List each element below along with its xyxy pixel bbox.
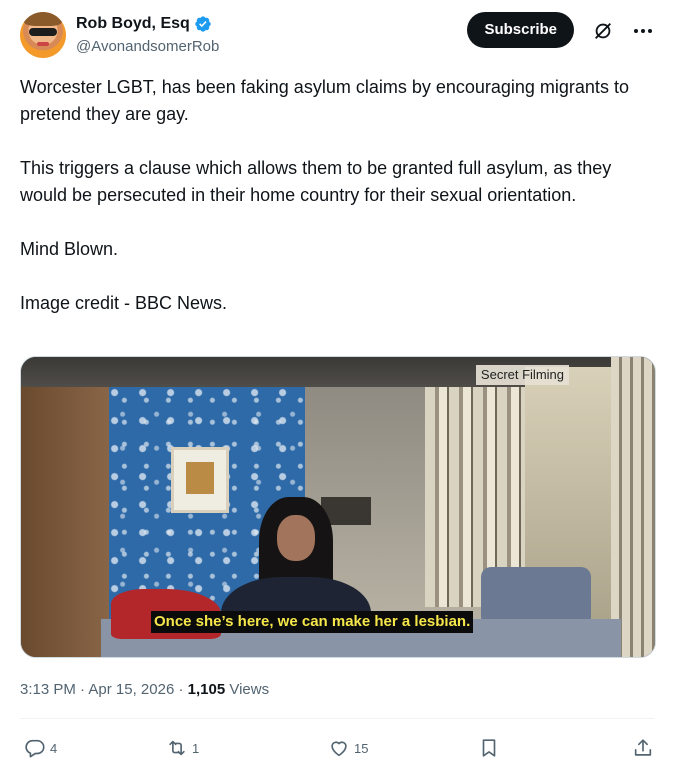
tweet-paragraph: This triggers a clause which allows them… [20, 158, 612, 205]
scene-pillow [481, 567, 591, 627]
repost-icon [169, 740, 185, 756]
author-handle[interactable]: @AvonandsomerRob [76, 37, 219, 57]
tweet-paragraph: Image credit - BBC News. [20, 293, 228, 313]
slashed-circle-icon[interactable] [592, 20, 614, 42]
more-horizontal-icon[interactable] [632, 20, 654, 42]
reply-button[interactable]: 4 [24, 735, 57, 761]
reply-icon [25, 739, 45, 758]
share-button[interactable] [632, 735, 654, 761]
views-count: 1,105 [187, 681, 226, 698]
scene-curtain-right [611, 357, 655, 657]
tweet-text: Worcester LGBT, has been faking asylum c… [20, 74, 660, 317]
like-button[interactable]: 15 [328, 735, 368, 761]
divider [20, 718, 654, 719]
heart-icon [331, 741, 347, 757]
tweet-time[interactable]: 3:13 PM [20, 681, 76, 698]
views-label: Views [229, 681, 270, 698]
tweet-header: Rob Boyd, Esq @AvonandsomerRob Subscribe [20, 12, 654, 60]
repost-button[interactable]: 1 [166, 735, 199, 761]
tweet-date[interactable]: Apr 15, 2026 [88, 681, 174, 698]
action-bar: 4 1 15 [20, 735, 654, 761]
bookmark-icon [482, 739, 496, 757]
subscribe-button[interactable]: Subscribe [467, 12, 574, 48]
author-block: Rob Boyd, Esq @AvonandsomerRob [76, 14, 219, 57]
share-icon [634, 739, 652, 756]
tweet-paragraph: Mind Blown. [20, 239, 119, 259]
tweet-media-image[interactable]: Secret Filming Once she’s here, we can m… [20, 356, 656, 658]
like-count: 15 [354, 740, 369, 756]
bookmark-button[interactable] [478, 735, 500, 761]
repost-count: 1 [192, 740, 200, 756]
tweet-meta: 3:13 PM · Apr 15, 2026 · 1,105 Views [20, 680, 269, 700]
meta-separator: · [178, 681, 184, 698]
avatar[interactable] [20, 12, 66, 58]
tweet-paragraph: Worcester LGBT, has been faking asylum c… [20, 77, 629, 124]
verified-badge-icon [195, 16, 211, 32]
author-display-name[interactable]: Rob Boyd, Esq [76, 14, 190, 34]
reply-count: 4 [50, 740, 58, 756]
secret-filming-label: Secret Filming [475, 365, 569, 385]
video-subtitle: Once she’s here, we can make her a lesbi… [151, 611, 474, 633]
scene-left-wall [21, 387, 111, 657]
meta-separator: · [80, 681, 86, 698]
